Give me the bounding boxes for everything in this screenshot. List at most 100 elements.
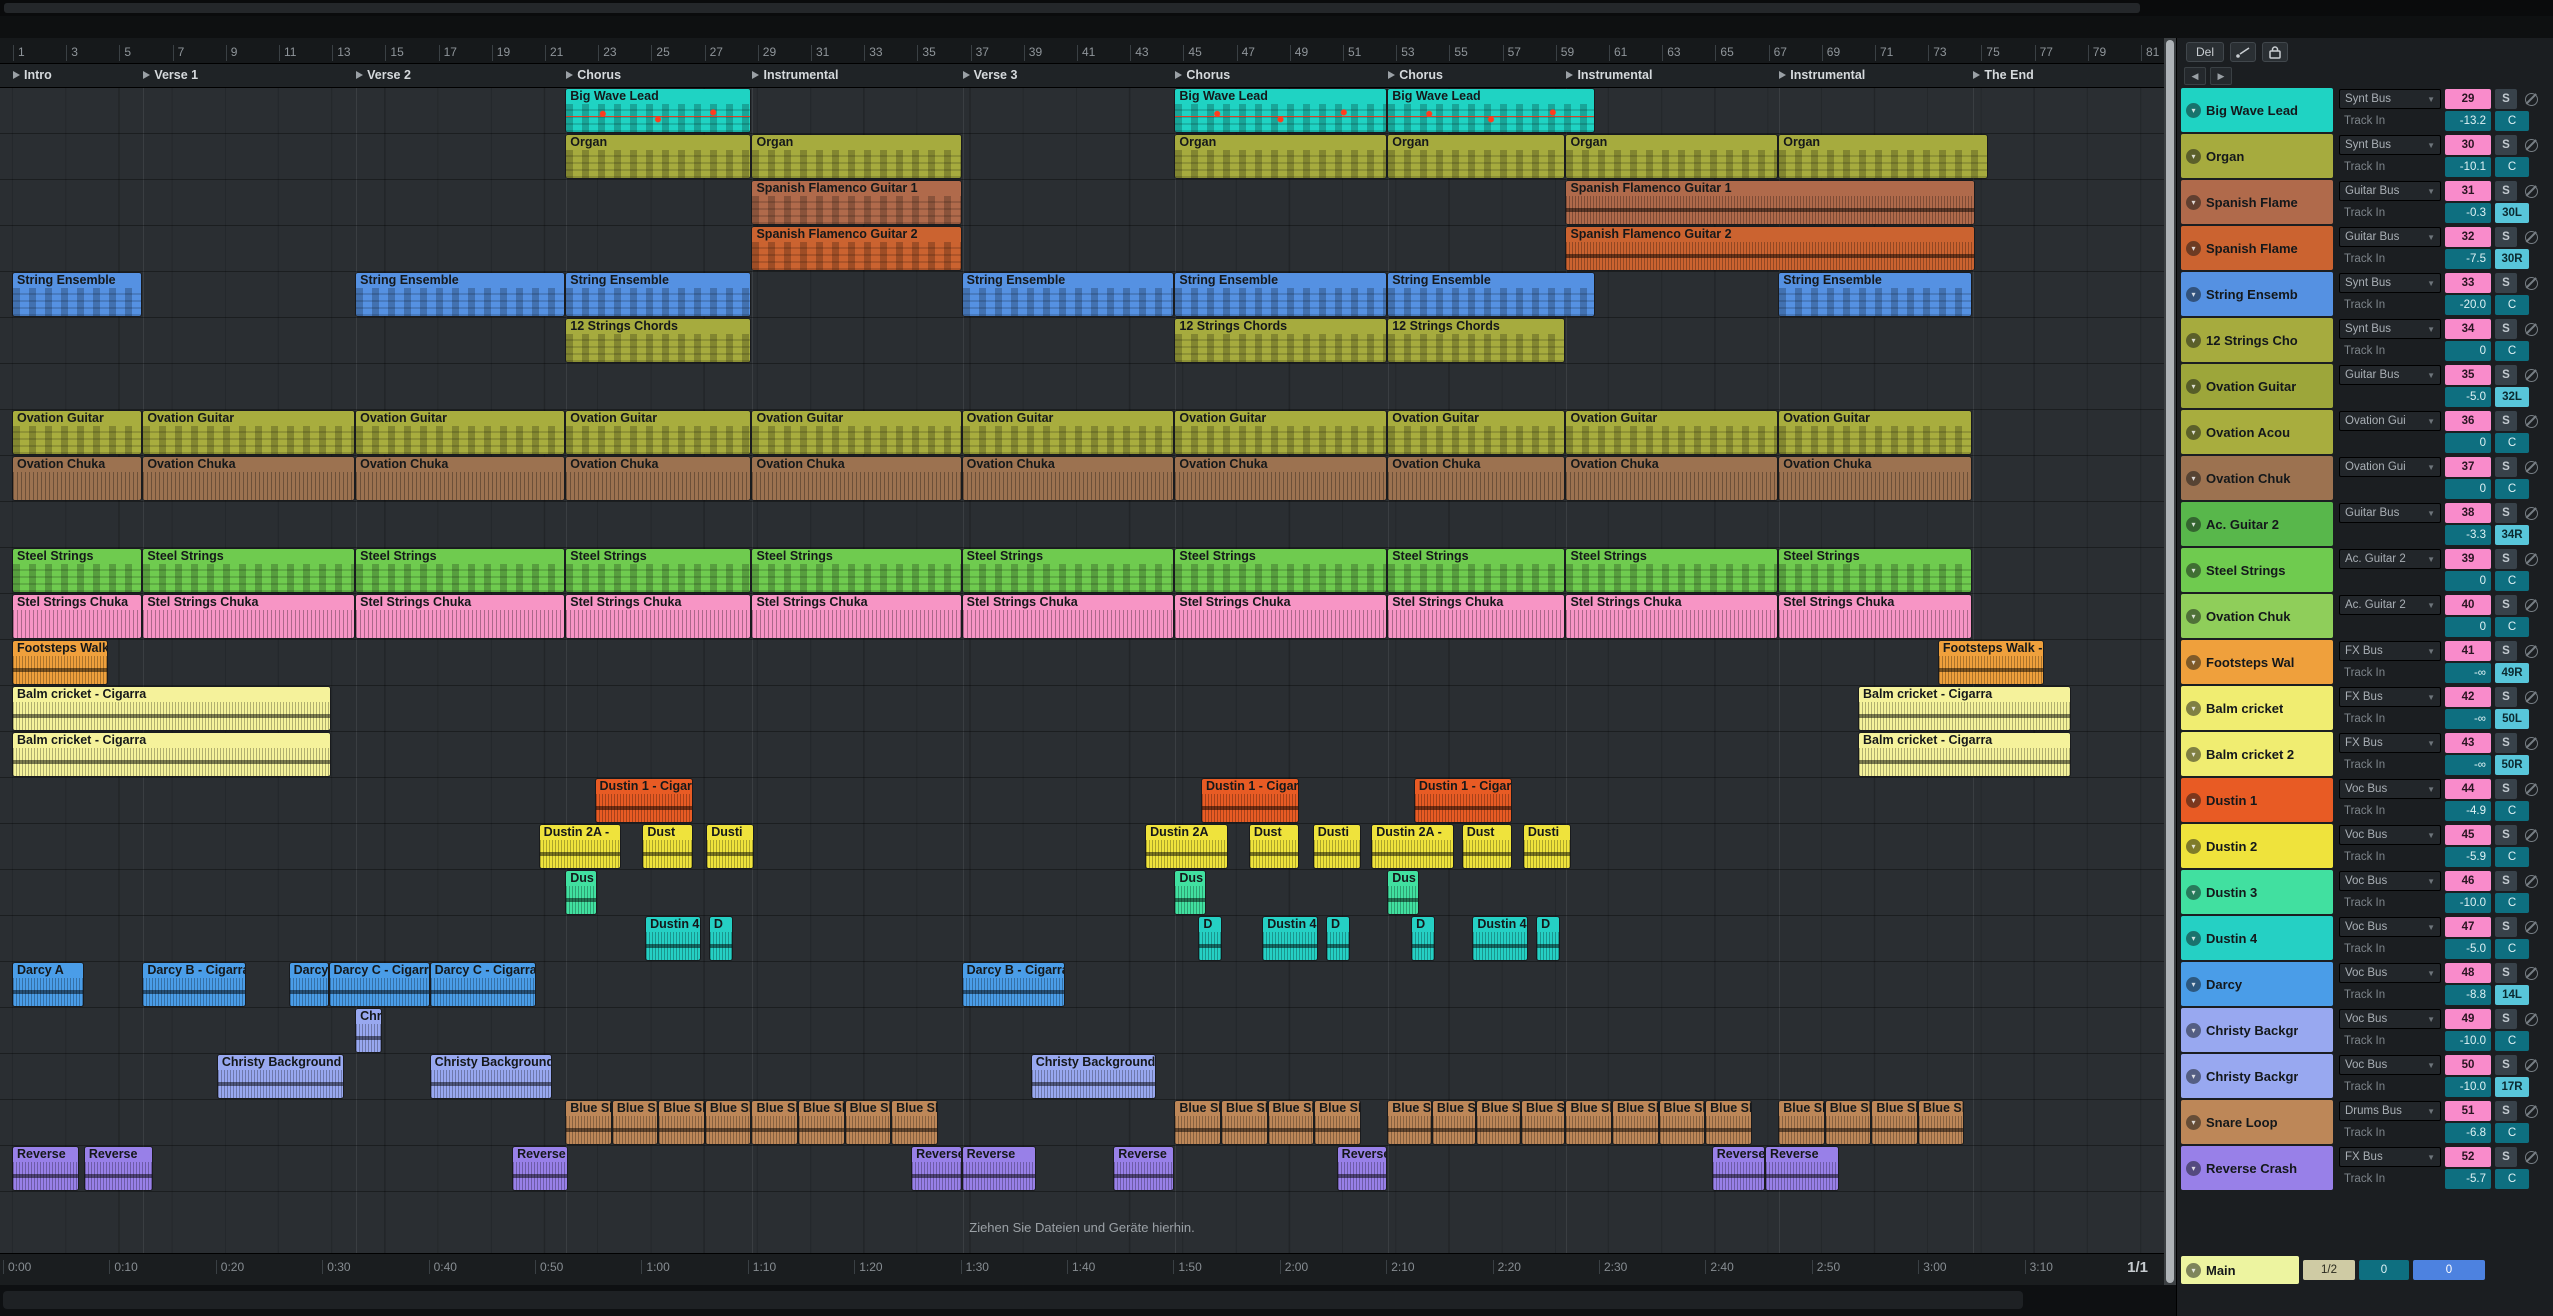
clip[interactable]: D: [1327, 917, 1349, 960]
clip[interactable]: Stel Strings Chuka: [143, 595, 354, 638]
clip[interactable]: Reverse: [13, 1147, 78, 1190]
solo-button[interactable]: S: [2495, 365, 2517, 385]
clip[interactable]: Ovation Chuka: [13, 457, 141, 500]
clip[interactable]: Darcy B - Cigarra: [143, 963, 245, 1006]
clip[interactable]: Ovation Guitar: [1779, 411, 1971, 454]
clip[interactable]: Darcy C - Cigarra: [431, 963, 535, 1006]
pan-field[interactable]: C: [2495, 295, 2529, 315]
clip[interactable]: Ovation Chuka: [143, 457, 354, 500]
clip[interactable]: Stel Strings Chuka: [752, 595, 960, 638]
track-fold-icon[interactable]: ▾: [2186, 609, 2201, 624]
clip[interactable]: Ovation Guitar: [1566, 411, 1777, 454]
clip[interactable]: Dust: [1463, 825, 1512, 868]
clip[interactable]: Blue Sky: [1175, 1101, 1220, 1144]
output-routing-select[interactable]: Ac. Guitar 2▼: [2339, 595, 2441, 615]
pan-field[interactable]: C: [2495, 1169, 2529, 1189]
clip[interactable]: Dusti: [1314, 825, 1360, 868]
output-routing-select[interactable]: Drums Bus▼: [2339, 1101, 2441, 1121]
clip[interactable]: Blue Sky: [1779, 1101, 1824, 1144]
pan-field[interactable]: C: [2495, 479, 2529, 499]
clip[interactable]: String Ensemble: [1175, 273, 1386, 316]
clip[interactable]: Steel Strings: [1175, 549, 1386, 592]
monitor-icon[interactable]: [2521, 135, 2541, 155]
overview-thumb[interactable]: [4, 3, 2140, 13]
solo-button[interactable]: S: [2495, 549, 2517, 569]
track-fold-icon[interactable]: ▾: [2186, 563, 2201, 578]
clip[interactable]: Reverse: [1713, 1147, 1764, 1190]
volume-field[interactable]: -10.1: [2445, 157, 2491, 177]
clip[interactable]: String Ensemble: [356, 273, 564, 316]
solo-button[interactable]: S: [2495, 779, 2517, 799]
track-fold-icon[interactable]: ▾: [2186, 241, 2201, 256]
track-number-box[interactable]: 43: [2445, 733, 2491, 753]
time-ruler[interactable]: 1/1 0:000:100:200:300:400:501:001:101:20…: [0, 1253, 2164, 1285]
output-routing-select[interactable]: Voc Bus▼: [2339, 825, 2441, 845]
solo-button[interactable]: S: [2495, 641, 2517, 661]
solo-button[interactable]: S: [2495, 135, 2517, 155]
monitor-icon[interactable]: [2521, 365, 2541, 385]
clip[interactable]: Steel Strings: [143, 549, 354, 592]
clip[interactable]: Balm cricket - Cigarra: [13, 687, 330, 730]
clip[interactable]: Dustin 1 - Cigar: [596, 779, 692, 822]
pan-field[interactable]: 30L: [2495, 203, 2529, 223]
solo-button[interactable]: S: [2495, 1055, 2517, 1075]
track-number-box[interactable]: 35: [2445, 365, 2491, 385]
track-number-box[interactable]: 41: [2445, 641, 2491, 661]
track-name-box[interactable]: ▾Ovation Guitar: [2181, 364, 2333, 408]
track-name-box[interactable]: ▾Christy Backgr: [2181, 1054, 2333, 1098]
clip[interactable]: Reverse: [963, 1147, 1035, 1190]
clip[interactable]: Ovation Guitar: [13, 411, 141, 454]
pan-field[interactable]: C: [2495, 341, 2529, 361]
monitor-icon[interactable]: [2521, 273, 2541, 293]
track-name-box[interactable]: ▾Dustin 1: [2181, 778, 2333, 822]
main-track-name-box[interactable]: ▾ Main: [2181, 1256, 2299, 1284]
locator-chorus[interactable]: Chorus: [1175, 68, 1230, 82]
clip[interactable]: Big Wave Lead: [566, 89, 750, 132]
clip[interactable]: Dustin 2A -: [1372, 825, 1452, 868]
main-cue-volume[interactable]: 0: [2359, 1260, 2409, 1280]
clip[interactable]: Stel Strings Chuka: [566, 595, 750, 638]
output-routing-select[interactable]: Ac. Guitar 2▼: [2339, 549, 2441, 569]
track-fold-icon[interactable]: ▾: [2186, 655, 2201, 670]
clip[interactable]: 12 Strings Chords: [1175, 319, 1386, 362]
monitor-icon[interactable]: [2521, 457, 2541, 477]
clip[interactable]: D: [1412, 917, 1434, 960]
track-number-box[interactable]: 29: [2445, 89, 2491, 109]
locator-verse-3[interactable]: Verse 3: [963, 68, 1018, 82]
track-number-box[interactable]: 47: [2445, 917, 2491, 937]
clip[interactable]: Ovation Guitar: [566, 411, 750, 454]
clip[interactable]: Spanish Flamenco Guitar 2: [1566, 227, 1974, 270]
track-fold-icon[interactable]: ▾: [2186, 1069, 2201, 1084]
pan-field[interactable]: 50R: [2495, 755, 2529, 775]
clip[interactable]: Dustin 2A -: [540, 825, 620, 868]
clip[interactable]: Darcy B - Cigarra: [963, 963, 1065, 1006]
clip[interactable]: Ovation Guitar: [1175, 411, 1386, 454]
solo-button[interactable]: S: [2495, 227, 2517, 247]
clip[interactable]: Dus: [1388, 871, 1418, 914]
output-routing-select[interactable]: Synt Bus▼: [2339, 319, 2441, 339]
clip[interactable]: Dusti: [1524, 825, 1570, 868]
clip[interactable]: Steel Strings: [1388, 549, 1564, 592]
track-number-box[interactable]: 48: [2445, 963, 2491, 983]
monitor-icon[interactable]: [2521, 411, 2541, 431]
clip[interactable]: Dustin 1 - Cigar: [1415, 779, 1511, 822]
vertical-scrollbar[interactable]: [2164, 38, 2176, 1285]
monitor-icon[interactable]: [2521, 595, 2541, 615]
previous-locator-button[interactable]: ◀: [2184, 67, 2206, 85]
clip[interactable]: Stel Strings Chuka: [356, 595, 564, 638]
track-fold-icon[interactable]: ▾: [2186, 1161, 2201, 1176]
draw-mode-icon[interactable]: [2230, 42, 2256, 62]
solo-button[interactable]: S: [2495, 825, 2517, 845]
solo-button[interactable]: S: [2495, 733, 2517, 753]
volume-field[interactable]: -20.0: [2445, 295, 2491, 315]
track-name-box[interactable]: ▾Christy Backgr: [2181, 1008, 2333, 1052]
track-number-box[interactable]: 39: [2445, 549, 2491, 569]
volume-field[interactable]: -10.0: [2445, 1031, 2491, 1051]
clip[interactable]: Dus: [1175, 871, 1205, 914]
track-name-box[interactable]: ▾Ovation Chuk: [2181, 456, 2333, 500]
pan-field[interactable]: C: [2495, 433, 2529, 453]
locator-chorus[interactable]: Chorus: [1388, 68, 1443, 82]
pan-field[interactable]: C: [2495, 847, 2529, 867]
clip[interactable]: Footsteps Walk -: [13, 641, 107, 684]
clip[interactable]: Balm cricket - Cigarra: [1859, 733, 2070, 776]
